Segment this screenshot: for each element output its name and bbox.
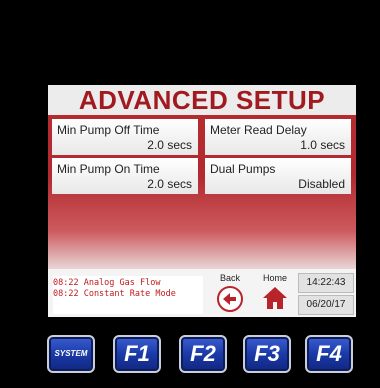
f2-key-label: F2 [190,341,216,366]
field-label: Meter Read Delay [210,123,307,137]
f2-key[interactable]: F2 [179,335,227,373]
f1-key[interactable]: F1 [113,335,161,373]
clock-date: 06/20/17 [298,295,354,315]
field-label: Min Pump Off Time [57,123,160,137]
min-pump-off-time-field[interactable]: Min Pump Off Time 2.0 secs [52,119,198,155]
field-value: 1.0 secs [300,138,345,152]
back-label: Back [219,273,240,283]
page-title: ADVANCED SETUP [48,85,356,115]
system-key-label: SYSTEM [54,349,88,358]
home-label: Home [262,273,287,283]
arrow-left-circle-icon [217,286,243,312]
home-button[interactable]: Home [255,272,295,314]
hmi-screen: ADVANCED SETUP Min Pump Off Time 2.0 sec… [48,85,356,317]
field-value: Disabled [298,177,345,191]
field-label: Dual Pumps [210,162,276,176]
status-footer: 08:22 Analog Gas Flow 08:22 Constant Rat… [48,269,356,317]
log-entry: 08:22 Constant Rate Mode [53,289,176,299]
f3-key-label: F3 [254,341,280,366]
dual-pumps-field[interactable]: Dual Pumps Disabled [205,158,351,194]
f1-key-label: F1 [124,341,150,366]
field-value: 2.0 secs [147,177,192,191]
home-icon [263,287,287,309]
field-value: 2.0 secs [147,138,192,152]
system-key[interactable]: SYSTEM [47,335,95,373]
clock-time: 14:22:43 [298,273,354,293]
f4-key[interactable]: F4 [305,335,353,373]
settings-panel: Min Pump Off Time 2.0 secs Meter Read De… [48,115,356,269]
min-pump-on-time-field[interactable]: Min Pump On Time 2.0 secs [52,158,198,194]
field-label: Min Pump On Time [57,162,160,176]
event-log: 08:22 Analog Gas Flow 08:22 Constant Rat… [53,276,203,314]
back-button[interactable]: Back [210,272,250,314]
f3-key[interactable]: F3 [243,335,291,373]
log-entry: 08:22 Analog Gas Flow [53,278,161,288]
meter-read-delay-field[interactable]: Meter Read Delay 1.0 secs [205,119,351,155]
f4-key-label: F4 [316,341,342,366]
